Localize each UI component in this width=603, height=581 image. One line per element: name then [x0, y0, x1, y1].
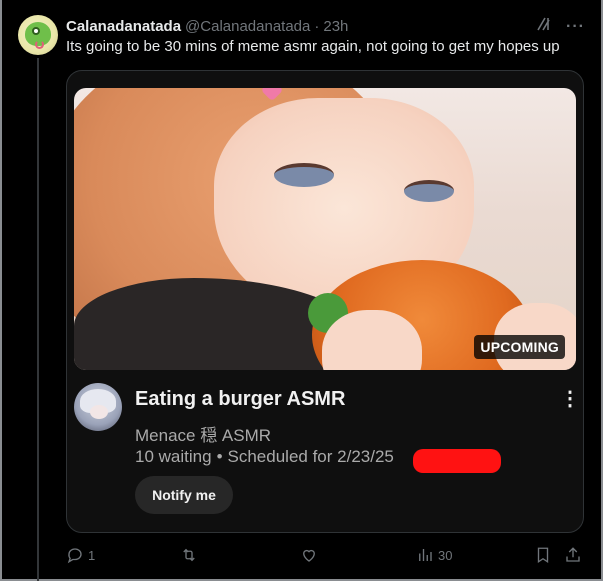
window-frame-left [0, 0, 2, 581]
meta-dot: • [216, 447, 223, 466]
user-avatar[interactable] [18, 15, 58, 55]
header-separator: · [314, 17, 320, 35]
video-title[interactable]: Eating a burger ASMR [135, 388, 345, 411]
reply-count: 1 [88, 547, 96, 563]
like-action[interactable] [300, 544, 322, 566]
tweet-actions-bar: 1 30 [66, 544, 586, 566]
reply-icon [67, 548, 82, 564]
share-icon [566, 547, 580, 562]
avatar-eye [32, 27, 40, 35]
tweet-text: Its going to be 30 mins of meme asmr aga… [66, 38, 560, 55]
video-thumbnail[interactable]: UPCOMING [74, 88, 576, 370]
header-icons: ··· [536, 16, 585, 37]
retweet-action[interactable] [180, 544, 202, 566]
channel-name[interactable]: Menace 穏 ASMR [135, 421, 271, 446]
avatar-tongue [35, 40, 44, 49]
heart-icon [303, 549, 315, 562]
bookmark-action[interactable] [534, 544, 552, 566]
tweet-header: Calanadanatada @Calanadanatada · 23h ··· [66, 16, 585, 36]
grok-icon[interactable] [536, 16, 552, 37]
thumb-eye-left [274, 163, 334, 187]
scheduled-date: Scheduled for 2/23/25 [227, 447, 394, 466]
more-options-icon[interactable]: ··· [566, 18, 585, 36]
upcoming-badge: UPCOMING [474, 335, 565, 359]
tweet-timestamp[interactable]: 23h [323, 18, 348, 35]
kebab-menu-icon[interactable]: ⋮ [560, 389, 580, 409]
views-action[interactable]: 30 [416, 544, 452, 566]
youtube-embed-card[interactable]: UPCOMING Eating a burger ASMR ⋮ Menace 穏… [66, 70, 584, 533]
waiting-count: 10 waiting [135, 447, 212, 466]
thread-connector-line [37, 58, 39, 581]
channel-avatar-face [90, 405, 108, 419]
video-meta: 10 waiting • Scheduled for 2/23/25 [135, 447, 394, 467]
views-count: 30 [438, 547, 453, 563]
retweet-icon [183, 548, 195, 562]
analytics-icon [419, 549, 432, 561]
redaction-mark [413, 449, 501, 473]
share-action[interactable] [564, 544, 582, 566]
thumb-eye-right [404, 180, 454, 202]
display-name[interactable]: Calanadanatada [66, 18, 181, 35]
channel-avatar[interactable] [74, 383, 122, 431]
bookmark-icon [537, 547, 549, 564]
user-handle[interactable]: @Calanadanatada [185, 18, 310, 35]
reply-action[interactable]: 1 [66, 544, 95, 566]
notify-me-button[interactable]: Notify me [135, 476, 233, 514]
